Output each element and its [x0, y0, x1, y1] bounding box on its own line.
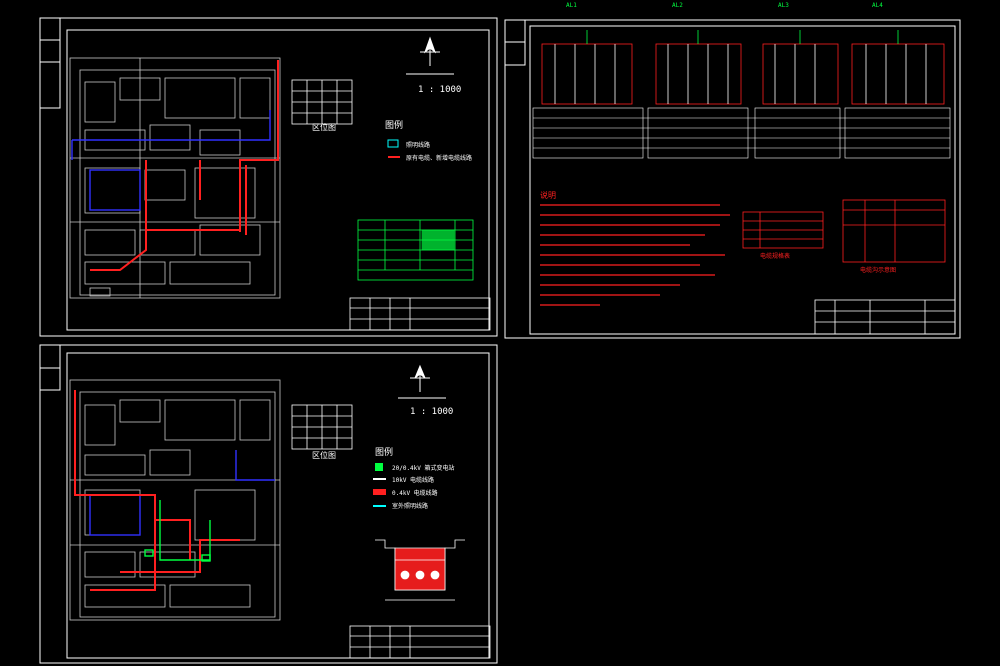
binding-strip-top	[39, 17, 61, 109]
legend-swatch-04kv	[373, 489, 386, 495]
site-roads-top	[69, 57, 281, 299]
cable-spec-table	[742, 211, 824, 249]
panel-label-al3: AL3	[778, 2, 789, 9]
conduit-table	[842, 199, 946, 263]
legend-swatch-cyan	[387, 139, 399, 148]
panel-label-al4: AL4	[872, 2, 883, 9]
legend-item-bottom-3: 0.4kV 电缆线路	[392, 489, 438, 497]
red-cable-lines-top	[90, 60, 279, 271]
cable-table-title: 电缆规格表	[760, 252, 790, 260]
legend-title-top: 图例	[385, 119, 403, 131]
scale-label-top: 1 : 1000	[418, 85, 461, 95]
location-key-top	[291, 79, 353, 125]
location-key-label-top: 区位图	[312, 122, 336, 132]
panel-label-al2: AL2	[672, 2, 683, 9]
notes-title: 说明	[540, 190, 556, 200]
blue-cable-lines-bottom	[89, 450, 275, 536]
legend-item-bottom-2: 10kV 电缆线路	[392, 476, 434, 484]
title-block-right	[814, 299, 956, 335]
legend-item-bottom-4: 室外照明线路	[392, 502, 428, 510]
panel-schematic-2	[655, 30, 742, 105]
panel-schematic-3	[762, 30, 839, 105]
sheet-frame-bottom-left	[39, 344, 498, 664]
scale-label-bottom: 1 : 1000	[410, 407, 453, 417]
binding-strip-bottom	[39, 344, 61, 391]
legend-title-bottom: 图例	[375, 446, 393, 458]
cable-trench-section	[375, 539, 465, 601]
binding-strip-right	[504, 19, 526, 66]
site-roads-bottom	[69, 379, 281, 621]
panel-schematic-4	[851, 30, 945, 105]
panel-label-al1: AL1	[566, 2, 577, 9]
conduit-table-title: 电缆沟示意图	[860, 266, 896, 274]
legend-swatch-substation	[375, 463, 383, 471]
north-arrow-bottom	[398, 364, 446, 399]
sheet-frame-right	[504, 19, 961, 339]
location-key-bottom	[291, 404, 353, 450]
green-equipment-table	[357, 219, 474, 281]
load-tables	[532, 107, 951, 159]
legend-item-top-1: 照明线路	[406, 141, 430, 149]
title-block-bottom-left	[349, 625, 491, 659]
legend-item-top-2: 原有电缆、新增电缆线路	[406, 154, 472, 162]
location-key-label-bottom: 区位图	[312, 450, 336, 460]
legend-item-bottom-1: 20/0.4kV 箱式变电站	[392, 464, 455, 472]
site-plan-sheet-top: 1 : 1000 区位图 图例 照明线路 原有电缆、新增电缆线路 1: 100…	[39, 2, 961, 664]
notes-lines	[540, 204, 730, 306]
panel-schematic-1	[541, 30, 633, 105]
title-block-top-left	[349, 297, 491, 331]
north-arrow-top	[406, 36, 454, 75]
